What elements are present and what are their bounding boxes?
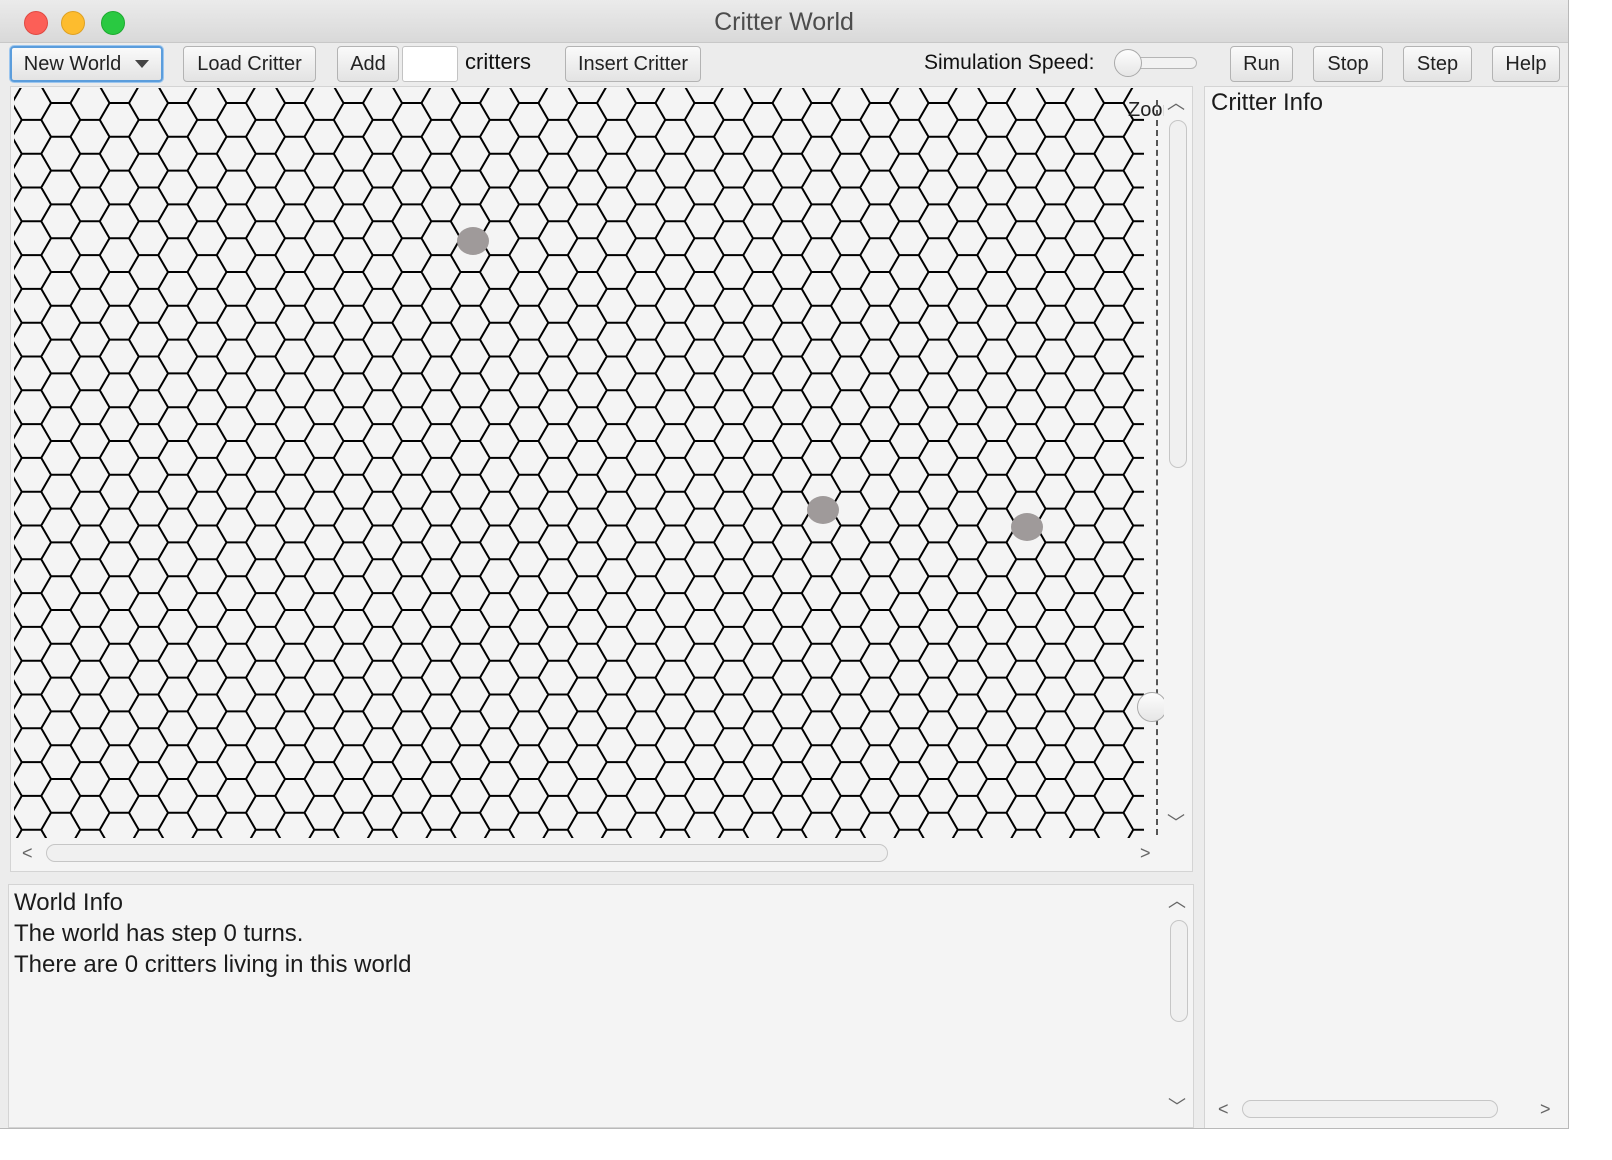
help-button[interactable]: Help	[1492, 46, 1560, 82]
scroll-left-icon[interactable]: <	[22, 844, 33, 862]
critter-info-title: Critter Info	[1211, 89, 1324, 116]
critter-world-window: Critter World New World Load Critter Add…	[0, 0, 1569, 1129]
world-canvas[interactable]	[14, 88, 1144, 838]
critter-marker[interactable]	[807, 496, 839, 524]
new-world-dropdown[interactable]: New World	[10, 46, 163, 82]
world-horizontal-scrollbar[interactable]: < >	[14, 840, 1164, 866]
new-world-label: New World	[23, 52, 122, 75]
world-info-scrollbar[interactable]: ︿ ﹀	[1165, 890, 1189, 1122]
critter-marker[interactable]	[457, 227, 489, 255]
critters-label: critters	[465, 49, 531, 74]
critter-info-horizontal-scrollbar[interactable]: < >	[1210, 1096, 1562, 1122]
scroll-right-icon[interactable]: >	[1140, 844, 1151, 862]
zoom-slider-track[interactable]	[1156, 100, 1158, 835]
world-info-turns: The world has step 0 turns.	[14, 920, 304, 947]
dropdown-caret-icon	[135, 60, 150, 68]
scroll-left-icon[interactable]: <	[1218, 1100, 1229, 1118]
critter-marker[interactable]	[1011, 513, 1043, 541]
critter-info-scroll-thumb[interactable]	[1242, 1100, 1498, 1118]
world-info-panel: World Info The world has step 0 turns. T…	[8, 884, 1194, 1128]
simulation-speed-label: Simulation Speed:	[924, 51, 1095, 74]
hex-grid[interactable]	[14, 88, 1144, 838]
world-horizontal-scroll-thumb[interactable]	[46, 844, 888, 862]
load-critter-button[interactable]: Load Critter	[183, 46, 316, 82]
zoom-slider-thumb[interactable]	[1137, 692, 1167, 722]
add-count-input[interactable]	[402, 46, 458, 82]
world-vertical-scroll-thumb[interactable]	[1169, 120, 1187, 468]
scroll-down-icon[interactable]: ﹀	[1167, 814, 1185, 832]
step-button[interactable]: Step	[1403, 46, 1472, 82]
critter-info-panel: Critter Info	[1204, 86, 1568, 1128]
window-title: Critter World	[714, 8, 854, 36]
simulation-speed-slider-thumb[interactable]	[1114, 49, 1142, 77]
scroll-down-icon[interactable]: ﹀	[1168, 1098, 1186, 1116]
scroll-right-icon[interactable]: >	[1540, 1100, 1551, 1118]
world-info-title: World Info	[14, 889, 123, 916]
insert-critter-button[interactable]: Insert Critter	[565, 46, 701, 82]
hex-cells[interactable]	[14, 88, 1144, 838]
world-vertical-scrollbar[interactable]: ︿ ﹀	[1164, 92, 1188, 837]
stop-button[interactable]: Stop	[1313, 46, 1383, 82]
run-button[interactable]: Run	[1230, 46, 1293, 82]
world-info-scroll-thumb[interactable]	[1170, 920, 1188, 1022]
scroll-up-icon[interactable]: ︿	[1168, 892, 1186, 910]
scroll-up-icon[interactable]: ︿	[1167, 94, 1185, 112]
world-info-critter-count: There are 0 critters living in this worl…	[14, 951, 412, 978]
title-bar: Critter World	[0, 0, 1568, 43]
add-button[interactable]: Add	[337, 46, 399, 82]
